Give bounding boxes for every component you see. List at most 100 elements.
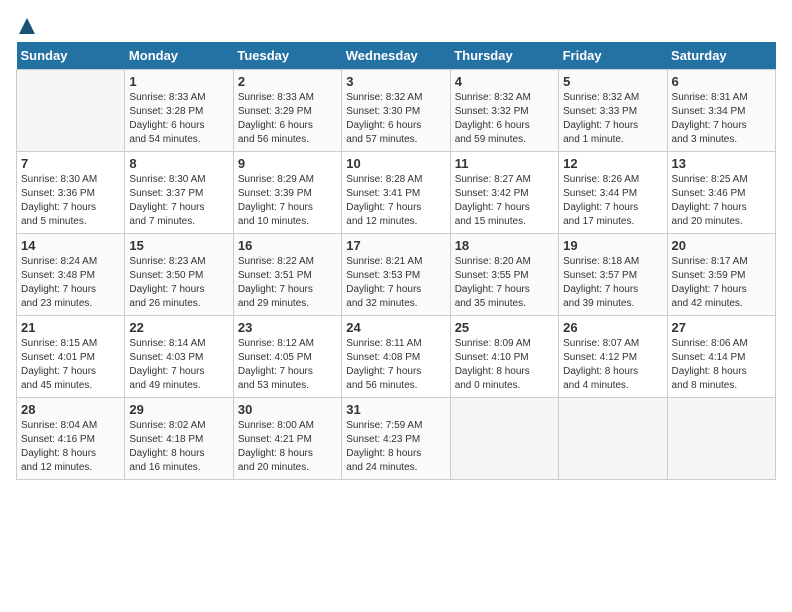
day-info: Sunrise: 8:33 AM Sunset: 3:29 PM Dayligh… [238,91,337,147]
header-cell-wednesday: Wednesday [342,42,450,70]
day-cell: 5 Sunrise: 8:32 AM Sunset: 3:33 PM Daylig… [559,70,667,152]
day-info: Sunrise: 8:20 AM Sunset: 3:55 PM Dayligh… [455,255,554,311]
day-info: Sunrise: 8:33 AM Sunset: 3:28 PM Dayligh… [129,91,228,147]
day-info: Sunrise: 8:27 AM Sunset: 3:42 PM Dayligh… [455,173,554,229]
day-number: 27 [672,320,771,335]
day-number: 28 [21,402,120,417]
day-info: Sunrise: 8:17 AM Sunset: 3:59 PM Dayligh… [672,255,771,311]
day-number: 16 [238,238,337,253]
day-cell: 22 Sunrise: 8:14 AM Sunset: 4:03 PM Dayli… [125,316,233,398]
day-cell: 13 Sunrise: 8:25 AM Sunset: 3:46 PM Dayli… [667,152,775,234]
header [16,16,776,32]
day-info: Sunrise: 8:30 AM Sunset: 3:37 PM Dayligh… [129,173,228,229]
day-number: 12 [563,156,662,171]
day-info: Sunrise: 7:59 AM Sunset: 4:23 PM Dayligh… [346,419,445,475]
day-number: 31 [346,402,445,417]
header-cell-tuesday: Tuesday [233,42,341,70]
day-number: 29 [129,402,228,417]
day-cell: 8 Sunrise: 8:30 AM Sunset: 3:37 PM Daylig… [125,152,233,234]
day-cell: 21Sunrise: 8:15 AM Sunset: 4:01 PM Dayli… [17,316,125,398]
day-cell: 20Sunrise: 8:17 AM Sunset: 3:59 PM Dayli… [667,234,775,316]
day-cell: 29Sunrise: 8:02 AM Sunset: 4:18 PM Dayli… [125,398,233,480]
day-info: Sunrise: 8:12 AM Sunset: 4:05 PM Dayligh… [238,337,337,393]
day-cell: 28 Sunrise: 8:04 AM Sunset: 4:16 PM Dayli… [17,398,125,480]
day-number: 23 [238,320,337,335]
day-cell: 3 Sunrise: 8:32 AM Sunset: 3:30 PM Daylig… [342,70,450,152]
day-number: 5 [563,74,662,89]
day-cell: 24Sunrise: 8:11 AM Sunset: 4:08 PM Dayli… [342,316,450,398]
day-info: Sunrise: 8:09 AM Sunset: 4:10 PM Dayligh… [455,337,554,393]
day-cell: 17 Sunrise: 8:21 AM Sunset: 3:53 PM Dayli… [342,234,450,316]
day-info: Sunrise: 8:26 AM Sunset: 3:44 PM Dayligh… [563,173,662,229]
day-info: Sunrise: 8:04 AM Sunset: 4:16 PM Dayligh… [21,419,120,475]
day-info: Sunrise: 8:06 AM Sunset: 4:14 PM Dayligh… [672,337,771,393]
week-row-4: 21Sunrise: 8:15 AM Sunset: 4:01 PM Dayli… [17,316,776,398]
day-number: 25 [455,320,554,335]
day-cell: 14 Sunrise: 8:24 AM Sunset: 3:48 PM Dayli… [17,234,125,316]
day-number: 7 [21,156,120,171]
day-cell: 7 Sunrise: 8:30 AM Sunset: 3:36 PM Daylig… [17,152,125,234]
day-number: 17 [346,238,445,253]
day-number: 3 [346,74,445,89]
header-cell-thursday: Thursday [450,42,558,70]
day-number: 10 [346,156,445,171]
header-cell-friday: Friday [559,42,667,70]
calendar-table: SundayMondayTuesdayWednesdayThursdayFrid… [16,42,776,480]
day-cell: 11 Sunrise: 8:27 AM Sunset: 3:42 PM Dayli… [450,152,558,234]
day-cell: 4 Sunrise: 8:32 AM Sunset: 3:32 PM Daylig… [450,70,558,152]
day-info: Sunrise: 8:32 AM Sunset: 3:32 PM Dayligh… [455,91,554,147]
day-cell: 1 Sunrise: 8:33 AM Sunset: 3:28 PM Daylig… [125,70,233,152]
day-cell: 27 Sunrise: 8:06 AM Sunset: 4:14 PM Dayli… [667,316,775,398]
day-info: Sunrise: 8:18 AM Sunset: 3:57 PM Dayligh… [563,255,662,311]
day-number: 6 [672,74,771,89]
day-info: Sunrise: 8:21 AM Sunset: 3:53 PM Dayligh… [346,255,445,311]
header-cell-monday: Monday [125,42,233,70]
header-cell-sunday: Sunday [17,42,125,70]
day-info: Sunrise: 8:14 AM Sunset: 4:03 PM Dayligh… [129,337,228,393]
day-cell: 6Sunrise: 8:31 AM Sunset: 3:34 PM Daylig… [667,70,775,152]
day-cell [667,398,775,480]
day-number: 13 [672,156,771,171]
day-cell: 25 Sunrise: 8:09 AM Sunset: 4:10 PM Dayli… [450,316,558,398]
day-info: Sunrise: 8:07 AM Sunset: 4:12 PM Dayligh… [563,337,662,393]
day-info: Sunrise: 8:30 AM Sunset: 3:36 PM Dayligh… [21,173,120,229]
day-number: 1 [129,74,228,89]
day-cell: 16Sunrise: 8:22 AM Sunset: 3:51 PM Dayli… [233,234,341,316]
day-cell: 26 Sunrise: 8:07 AM Sunset: 4:12 PM Dayli… [559,316,667,398]
day-cell: 9 Sunrise: 8:29 AM Sunset: 3:39 PM Daylig… [233,152,341,234]
week-row-2: 7 Sunrise: 8:30 AM Sunset: 3:36 PM Daylig… [17,152,776,234]
day-cell: 31 Sunrise: 7:59 AM Sunset: 4:23 PM Dayli… [342,398,450,480]
day-number: 30 [238,402,337,417]
day-number: 19 [563,238,662,253]
day-info: Sunrise: 8:32 AM Sunset: 3:30 PM Dayligh… [346,91,445,147]
week-row-5: 28 Sunrise: 8:04 AM Sunset: 4:16 PM Dayli… [17,398,776,480]
day-cell: 23 Sunrise: 8:12 AM Sunset: 4:05 PM Dayli… [233,316,341,398]
day-number: 26 [563,320,662,335]
header-row: SundayMondayTuesdayWednesdayThursdayFrid… [17,42,776,70]
day-number: 4 [455,74,554,89]
day-number: 8 [129,156,228,171]
day-cell: 10 Sunrise: 8:28 AM Sunset: 3:41 PM Dayli… [342,152,450,234]
day-number: 15 [129,238,228,253]
day-cell: 19 Sunrise: 8:18 AM Sunset: 3:57 PM Dayli… [559,234,667,316]
day-info: Sunrise: 8:25 AM Sunset: 3:46 PM Dayligh… [672,173,771,229]
day-number: 14 [21,238,120,253]
logo [16,16,38,32]
week-row-1: 1 Sunrise: 8:33 AM Sunset: 3:28 PM Daylig… [17,70,776,152]
header-cell-saturday: Saturday [667,42,775,70]
logo-icon [17,16,37,36]
day-cell: 12 Sunrise: 8:26 AM Sunset: 3:44 PM Dayli… [559,152,667,234]
day-info: Sunrise: 8:28 AM Sunset: 3:41 PM Dayligh… [346,173,445,229]
day-cell: 30Sunrise: 8:00 AM Sunset: 4:21 PM Dayli… [233,398,341,480]
week-row-3: 14 Sunrise: 8:24 AM Sunset: 3:48 PM Dayli… [17,234,776,316]
day-number: 11 [455,156,554,171]
day-number: 9 [238,156,337,171]
day-number: 22 [129,320,228,335]
day-info: Sunrise: 8:32 AM Sunset: 3:33 PM Dayligh… [563,91,662,147]
day-number: 18 [455,238,554,253]
day-cell [450,398,558,480]
day-cell: 15Sunrise: 8:23 AM Sunset: 3:50 PM Dayli… [125,234,233,316]
day-info: Sunrise: 8:29 AM Sunset: 3:39 PM Dayligh… [238,173,337,229]
day-info: Sunrise: 8:24 AM Sunset: 3:48 PM Dayligh… [21,255,120,311]
day-info: Sunrise: 8:15 AM Sunset: 4:01 PM Dayligh… [21,337,120,393]
